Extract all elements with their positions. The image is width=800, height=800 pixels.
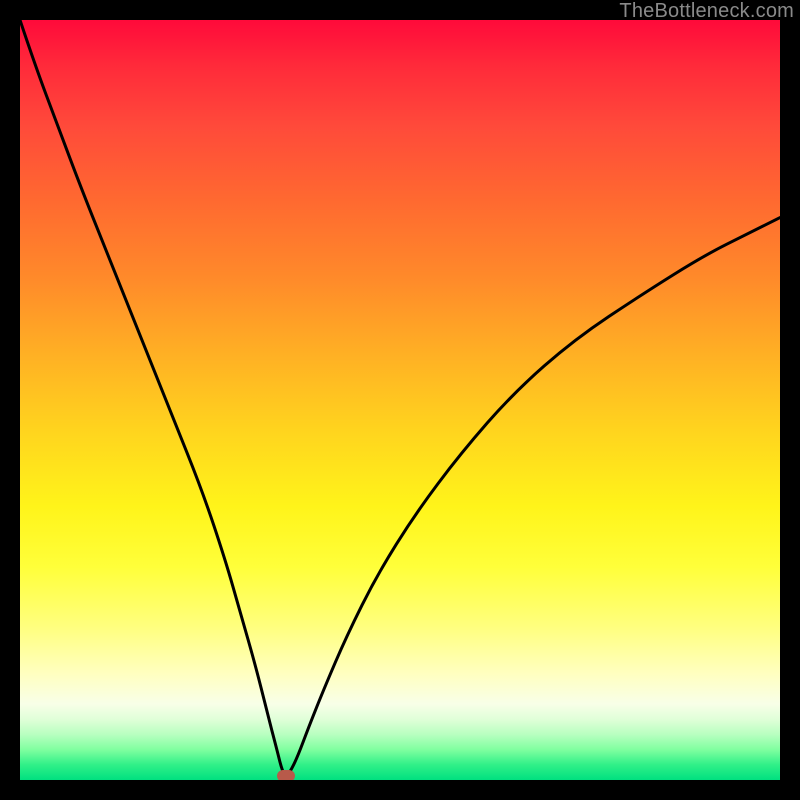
bottleneck-curve [20,20,780,775]
chart-frame: TheBottleneck.com [0,0,800,800]
optimal-marker [277,770,295,780]
curve-svg [20,20,780,780]
plot-area [20,20,780,780]
attribution-label: TheBottleneck.com [619,0,794,23]
